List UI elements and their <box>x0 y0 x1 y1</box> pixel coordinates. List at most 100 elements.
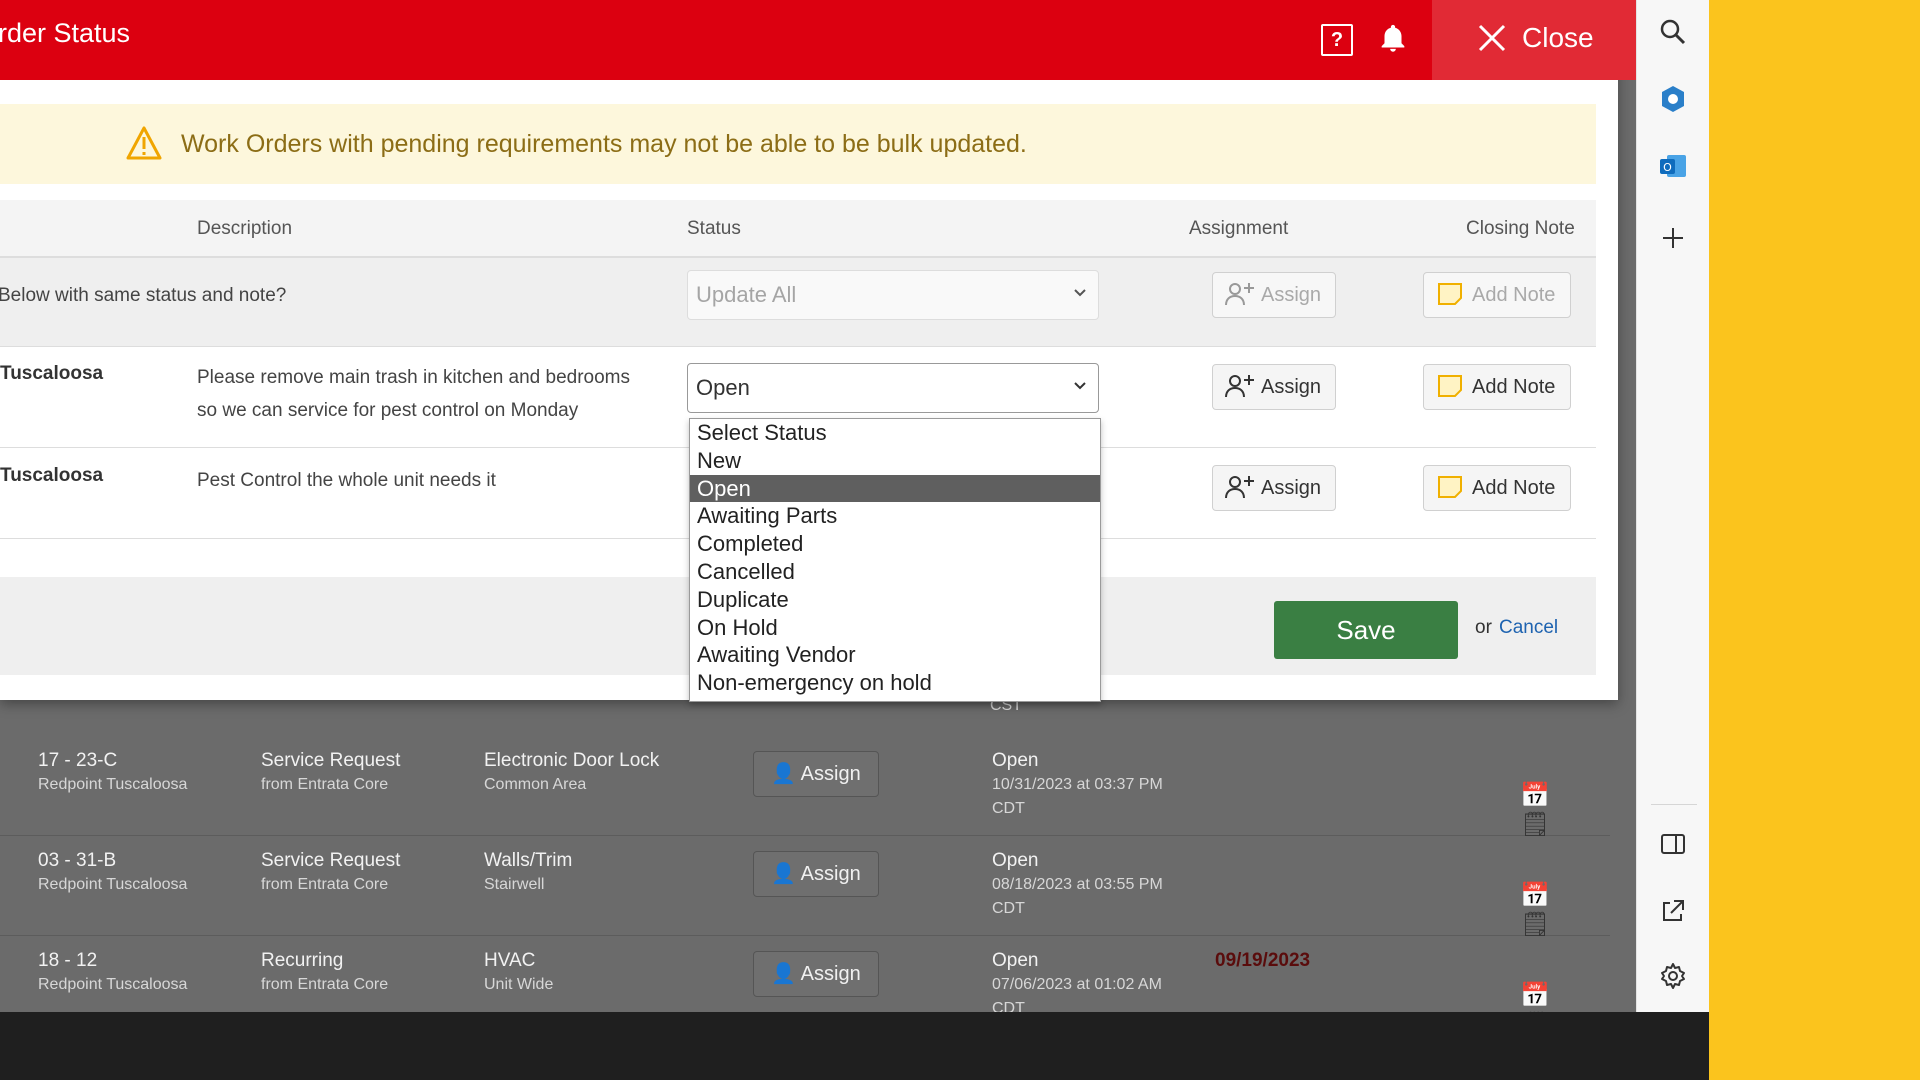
assign-button[interactable]: 👤 Assign <box>753 751 879 797</box>
save-button[interactable]: Save <box>1274 601 1458 659</box>
copilot-icon[interactable] <box>1657 83 1689 115</box>
table-row[interactable]: 17 - 23-C Redpoint Tuscaloosa Service Req… <box>0 735 1610 838</box>
outlook-icon[interactable]: O <box>1657 150 1689 182</box>
column-assignment: Assignment <box>1189 218 1289 239</box>
assign-button[interactable]: Assign <box>1212 364 1336 410</box>
sidebar-divider <box>1651 804 1697 805</box>
table-header: Description Status Assignment Closing No… <box>0 200 1596 258</box>
bulk-update-row: Below with same status and note? Update … <box>0 258 1596 347</box>
add-user-icon: 👤 <box>771 863 797 885</box>
close-button[interactable]: Close <box>1432 0 1636 80</box>
property-name: Redpoint Tuscaloosa <box>38 876 188 893</box>
add-note-button[interactable]: Add Note <box>1423 364 1571 410</box>
status-select[interactable]: Open <box>687 363 1099 413</box>
external-link-icon[interactable] <box>1657 895 1689 927</box>
close-label: Close <box>1522 22 1594 53</box>
column-description: Description <box>197 218 293 239</box>
note-icon <box>1438 375 1462 397</box>
warning-banner: Work Orders with pending requirements ma… <box>0 104 1596 184</box>
add-note-button[interactable]: Add Note <box>1423 465 1571 511</box>
bell-icon[interactable] <box>1376 22 1410 56</box>
status-text: Open <box>992 850 1039 871</box>
chevron-down-icon <box>1074 289 1086 297</box>
due-date: 09/19/2023 <box>1215 950 1311 971</box>
status-option[interactable]: Select Status <box>690 419 1100 447</box>
assign-button[interactable]: 👤 Assign <box>753 851 879 897</box>
status-option[interactable]: Awaiting Vendor <box>690 641 1100 669</box>
status-date: 08/18/2023 at 03:55 PM <box>992 876 1163 893</box>
status-text: Open <box>992 950 1039 971</box>
property-name: Tuscaloosa <box>0 465 104 486</box>
status-option[interactable]: Duplicate <box>690 586 1100 614</box>
gear-icon[interactable] <box>1657 960 1689 992</box>
status-option[interactable]: Non-emergency on hold <box>690 669 1100 697</box>
add-user-icon <box>1225 283 1254 306</box>
add-user-icon <box>1225 375 1254 398</box>
request-location: Unit Wide <box>484 976 554 993</box>
status-option[interactable]: Awaiting Parts <box>690 502 1100 530</box>
help-icon[interactable]: ? <box>1321 24 1353 56</box>
note-icon <box>1438 476 1462 498</box>
note-icon[interactable]: 🗒 <box>1520 911 1550 938</box>
bulk-assign-button[interactable]: Assign <box>1212 272 1336 318</box>
table-row[interactable]: 18 - 12 Redpoint Tuscaloosa Recurring from… <box>0 935 1610 1012</box>
browser-sidebar: O <box>1636 0 1709 1012</box>
add-user-icon <box>1225 476 1254 499</box>
description-line: Pest Control the whole unit needs it <box>197 470 496 491</box>
column-status: Status <box>687 218 741 239</box>
bulk-add-note-button[interactable]: Add Note <box>1423 272 1571 318</box>
plus-icon[interactable] <box>1657 222 1689 254</box>
property-name: Redpoint Tuscaloosa <box>38 776 188 793</box>
status-option[interactable]: Completed <box>690 530 1100 558</box>
note-icon <box>1438 283 1462 305</box>
calendar-icon[interactable]: 📅 <box>1520 882 1550 909</box>
unit-number: 18 - 12 <box>38 950 98 971</box>
status-dropdown-list[interactable]: Select Status New Open Awaiting Parts Co… <box>689 418 1101 702</box>
note-icon[interactable]: 🗒 <box>1520 811 1550 838</box>
update-all-select[interactable]: Update All <box>687 270 1099 320</box>
description-line: Please remove main trash in kitchen and … <box>197 367 631 388</box>
request-category: Walls/Trim <box>484 850 573 871</box>
status-option-selected[interactable]: Open <box>690 474 1100 503</box>
property-name: Redpoint Tuscaloosa <box>38 976 188 993</box>
status-date: 07/06/2023 at 01:02 AM <box>992 976 1162 993</box>
status-option[interactable]: Cancelled <box>690 558 1100 586</box>
status-option[interactable]: New <box>690 447 1100 475</box>
status-timezone: CDT <box>992 900 1025 917</box>
split-screen-icon[interactable] <box>1657 828 1689 860</box>
status-text: Open <box>992 750 1039 771</box>
bulk-update-question: Below with same status and note? <box>0 285 287 306</box>
assign-button[interactable]: Assign <box>1212 465 1336 511</box>
request-location: Common Area <box>484 776 587 793</box>
modal-header: rder Status ? Close <box>0 0 1636 80</box>
update-status-modal: rder Status ? Close Work Orders with pen… <box>0 0 1636 702</box>
close-icon <box>1478 24 1506 52</box>
calendar-icon[interactable]: 📅 <box>1520 782 1550 809</box>
calendar-icon[interactable]: 📅 <box>1520 982 1550 1009</box>
status-timezone: CDT <box>992 1000 1025 1012</box>
chevron-down-icon <box>1074 382 1086 390</box>
taskbar <box>0 1012 1709 1080</box>
add-user-icon: 👤 <box>771 763 797 785</box>
column-closing-note: Closing Note <box>1466 218 1575 239</box>
or-text: or <box>1475 617 1492 638</box>
svg-text:O: O <box>1663 161 1672 174</box>
search-icon[interactable] <box>1657 16 1689 48</box>
request-type: Service Request <box>261 850 401 871</box>
description-line: so we can service for pest control on Mo… <box>197 400 579 421</box>
status-timezone: CDT <box>992 800 1025 817</box>
request-source: from Entrata Core <box>261 976 389 993</box>
modal-title: rder Status <box>0 18 131 48</box>
warning-icon <box>126 126 162 160</box>
table-row[interactable]: 03 - 31-B Redpoint Tuscaloosa Service Req… <box>0 835 1610 938</box>
property-name: Tuscaloosa <box>0 363 104 384</box>
request-location: Stairwell <box>484 876 545 893</box>
status-option[interactable]: On Hold <box>690 614 1100 642</box>
cancel-link[interactable]: Cancel <box>1499 617 1558 639</box>
request-category: Electronic Door Lock <box>484 750 660 771</box>
request-source: from Entrata Core <box>261 776 389 793</box>
request-source: from Entrata Core <box>261 876 389 893</box>
unit-number: 03 - 31-B <box>38 850 117 871</box>
assign-button[interactable]: 👤 Assign <box>753 951 879 997</box>
unit-number: 17 - 23-C <box>38 750 118 771</box>
